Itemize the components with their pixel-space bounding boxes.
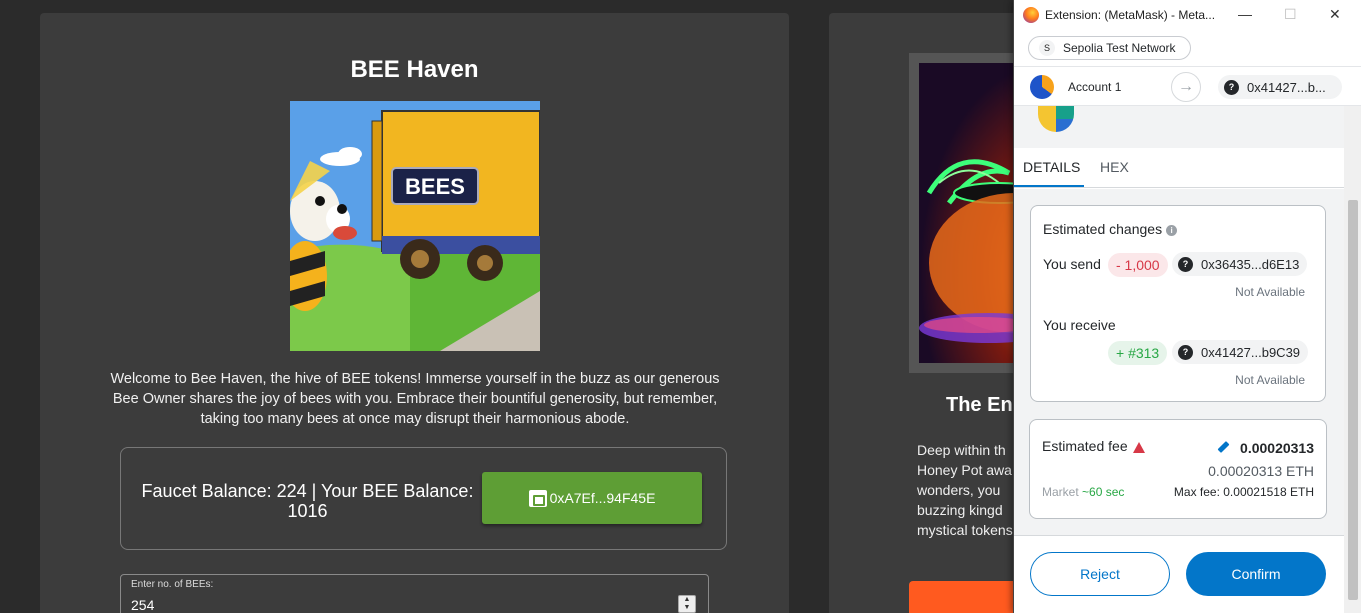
- receive-address: 0x41427...b9C39: [1201, 344, 1301, 360]
- send-address-pill[interactable]: ? 0x36435...d6E13: [1172, 252, 1308, 276]
- active-tab-indicator: [1014, 185, 1084, 187]
- send-amount-badge: - 1,000: [1108, 253, 1168, 277]
- market-time: ~60 sec: [1082, 485, 1125, 499]
- you-receive-label: You receive: [1043, 317, 1116, 333]
- warning-icon[interactable]: [1132, 441, 1145, 453]
- recipient-address: 0x41427...b...: [1247, 79, 1326, 95]
- receive-address-pill[interactable]: ? 0x41427...b9C39: [1172, 340, 1309, 364]
- question-icon: ?: [1178, 344, 1193, 360]
- reject-button[interactable]: Reject: [1030, 552, 1170, 596]
- maximize-icon[interactable]: ☐: [1284, 6, 1297, 23]
- close-icon[interactable]: ✕: [1329, 6, 1341, 23]
- estimated-fee-heading: Estimated fee: [1042, 438, 1145, 454]
- balance-panel: Faucet Balance: 224 | Your BEE Balance: …: [120, 447, 727, 550]
- window-title: Extension: (MetaMask) - Meta...: [1045, 8, 1216, 22]
- confirm-button[interactable]: Confirm: [1186, 552, 1326, 596]
- sender-recipient-row: Account 1 → ? 0x41427...b...: [1014, 66, 1361, 106]
- bee-truck-illustration: BEES: [290, 101, 540, 351]
- details-tabs: DETAILS HEX: [1014, 148, 1344, 188]
- question-icon: ?: [1178, 256, 1193, 272]
- recipient-address-pill[interactable]: ? 0x41427...b...: [1218, 75, 1342, 99]
- action-footer: Reject Confirm: [1014, 535, 1344, 613]
- estimated-changes-panel: Estimated changes i You send - 1,000 ? 0x…: [1030, 205, 1326, 402]
- from-account-name[interactable]: Account 1: [1068, 80, 1121, 94]
- tab-hex[interactable]: HEX: [1100, 159, 1129, 175]
- honey-pot-title: The En: [946, 394, 1013, 416]
- market-label: Market: [1042, 485, 1079, 499]
- bees-sign-text: BEES: [405, 174, 465, 199]
- you-send-label: You send: [1043, 256, 1101, 272]
- bee-haven-card: BEE Haven BEES Welcome to Bee Haven, the…: [40, 13, 789, 613]
- scrollbar-thumb[interactable]: [1348, 200, 1358, 600]
- welcome-description: Welcome to Bee Haven, the hive of BEE to…: [110, 371, 720, 427]
- minimize-icon[interactable]: —: [1238, 6, 1252, 22]
- connected-wallet-button[interactable]: 0xA7Ef...94F45E: [482, 472, 702, 524]
- market-speed: Market ~60 sec: [1042, 485, 1124, 499]
- info-icon[interactable]: i: [1166, 224, 1178, 236]
- network-name: Sepolia Test Network: [1063, 41, 1176, 55]
- arrow-right-icon: →: [1171, 72, 1201, 102]
- number-stepper[interactable]: ▲ ▼: [678, 595, 696, 613]
- fee-eth-value: 0.00020313 ETH: [1208, 463, 1314, 479]
- origin-band: [1014, 106, 1344, 148]
- metamask-popup: Extension: (MetaMask) - Meta... — ☐ ✕ S …: [1013, 0, 1361, 613]
- fee-amount-row: 0.00020313: [1218, 440, 1314, 456]
- window-titlebar: Extension: (MetaMask) - Meta... — ☐ ✕: [1014, 0, 1361, 30]
- estimated-fee-title: Estimated fee: [1042, 438, 1128, 454]
- bee-amount-input[interactable]: [131, 597, 671, 613]
- max-fee: Max fee: 0.00021518 ETH: [1173, 485, 1314, 499]
- page-title: BEE Haven: [350, 56, 479, 83]
- receive-amount-badge: + #313: [1108, 341, 1168, 365]
- wallet-icon: [528, 489, 547, 507]
- receive-fiat-value: Not Available: [1235, 373, 1305, 387]
- fee-amount: 0.00020313: [1240, 440, 1314, 456]
- estimated-changes-title: Estimated changes: [1043, 221, 1163, 237]
- network-selector[interactable]: S Sepolia Test Network: [1028, 36, 1191, 60]
- send-fiat-value: Not Available: [1235, 285, 1305, 299]
- network-avatar-icon: S: [1039, 40, 1055, 56]
- question-icon: ?: [1224, 79, 1239, 95]
- balance-text: Faucet Balance: 224 | Your BEE Balance: …: [141, 481, 474, 521]
- send-address: 0x36435...d6E13: [1201, 256, 1300, 272]
- bee-amount-field[interactable]: Enter no. of BEEs: ▲▼: [120, 574, 709, 613]
- estimated-fee-panel: Estimated fee 0.00020313 0.00020313 ETH …: [1029, 419, 1327, 519]
- site-avatar-icon: [1038, 106, 1074, 132]
- firefox-icon: [1023, 7, 1039, 23]
- account-avatar-icon: [1030, 75, 1054, 99]
- wallet-address: 0xA7Ef...94F45E: [549, 490, 656, 506]
- tab-details[interactable]: DETAILS: [1023, 159, 1080, 175]
- bee-amount-label: Enter no. of BEEs:: [131, 579, 214, 590]
- edit-gas-icon[interactable]: [1218, 442, 1230, 454]
- estimated-changes-heading: Estimated changes i: [1043, 221, 1178, 237]
